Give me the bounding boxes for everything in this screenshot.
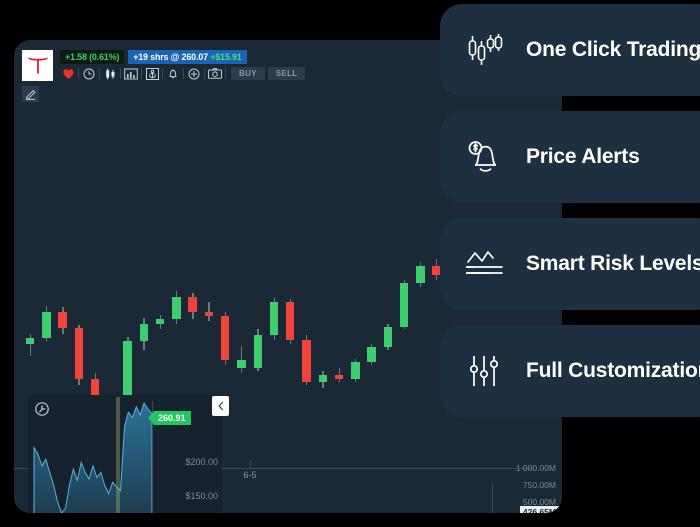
position-pl: +$15.91 — [210, 52, 242, 62]
tesla-logo-icon — [22, 50, 53, 81]
feature-card-price-alerts[interactable]: Price Alerts — [440, 111, 700, 203]
candle-body — [399, 282, 409, 327]
favorite-heart-icon[interactable] — [60, 66, 76, 81]
mini-y-label: $150.00 — [185, 491, 218, 501]
candle-body — [155, 319, 165, 324]
alert-bell-icon[interactable] — [165, 66, 181, 81]
feature-card-label: One Click Trading — [526, 38, 700, 61]
last-price-pill: 260.91 — [148, 411, 191, 425]
candle-body — [286, 301, 295, 340]
feature-cards: One Click Trading Price Alerts Smart Ris… — [440, 0, 700, 527]
anchor-icon[interactable] — [144, 66, 160, 81]
candle-body — [383, 326, 393, 348]
feature-card-full-customization[interactable]: Full Customization — [440, 325, 700, 417]
toolbar-divider — [99, 68, 100, 79]
camera-icon[interactable] — [207, 66, 223, 81]
risk-levels-icon — [466, 245, 504, 283]
candle-body — [42, 311, 51, 339]
candle-body — [58, 311, 67, 328]
mini-y-label: $200.00 — [185, 457, 218, 467]
screenshot-root: +1.58 (0.61%) +19 shrs @ 260.07 +$15.91 — [0, 0, 700, 527]
feature-card-one-click-trading[interactable]: One Click Trading — [440, 4, 700, 96]
feature-card-label: Smart Risk Levels — [526, 252, 700, 275]
candle-body — [204, 311, 214, 317]
candle-body — [188, 297, 197, 312]
candle-wick — [29, 333, 32, 356]
ticker-badges: +1.58 (0.61%) +19 shrs @ 260.07 +$15.91 — [60, 50, 247, 64]
price-change-badge: +1.58 (0.61%) — [60, 50, 125, 64]
x-axis-label: 6-5 — [243, 470, 257, 480]
x-axis-tick — [250, 460, 251, 468]
toolbar-divider — [162, 68, 163, 79]
toolbar-divider — [225, 68, 226, 79]
candle-body — [253, 335, 262, 368]
mini-overview-chart[interactable]: $200.00 $150.00 2-6 7-24-23 E 260.91 — [28, 395, 222, 513]
toolbar-divider — [78, 68, 79, 79]
toolbar-divider — [183, 68, 184, 79]
candle-body — [416, 266, 425, 283]
candle-body — [269, 301, 279, 336]
candle-body — [302, 339, 311, 383]
chart-toolbar: BUY SELL — [60, 66, 306, 81]
candle-body — [334, 374, 344, 380]
candle-body — [25, 338, 35, 345]
chevron-left-icon[interactable] — [212, 396, 229, 416]
feature-card-label: Full Customization — [526, 359, 700, 382]
history-clock-icon[interactable] — [34, 401, 50, 417]
time-clock-icon[interactable] — [81, 66, 97, 81]
position-shares: +19 shrs @ 260.07 — [133, 52, 208, 62]
candle-body — [237, 360, 246, 368]
toolbar-divider — [120, 68, 121, 79]
buy-button[interactable]: BUY — [231, 67, 265, 80]
mini-cursor-line — [116, 397, 120, 513]
feature-card-label: Price Alerts — [526, 145, 640, 168]
feature-card-smart-risk-levels[interactable]: Smart Risk Levels — [440, 218, 700, 310]
candle-body — [139, 323, 149, 342]
candle-body — [172, 297, 181, 320]
candle-body — [220, 316, 230, 361]
candlestick-group-icon — [466, 31, 504, 69]
add-circle-icon[interactable] — [186, 66, 202, 81]
toolbar-divider — [204, 68, 205, 79]
candle-body — [351, 361, 360, 380]
candlestick-icon[interactable] — [102, 66, 118, 81]
sell-button[interactable]: SELL — [267, 67, 306, 80]
candle-body — [367, 347, 376, 362]
bell-dollar-icon — [466, 138, 504, 176]
position-badge: +19 shrs @ 260.07 +$15.91 — [128, 50, 247, 64]
sliders-icon — [466, 352, 504, 390]
toolbar-divider — [141, 68, 142, 79]
candle-body — [74, 328, 84, 380]
candle-body — [318, 374, 327, 383]
bar-chart-icon[interactable] — [123, 66, 139, 81]
